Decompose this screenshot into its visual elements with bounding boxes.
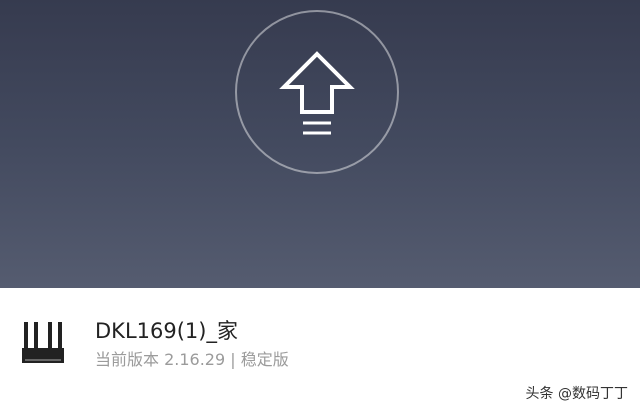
router-icon bbox=[22, 322, 64, 363]
firmware-upgrade-screen: DKL169(1)_家 当前版本 2.16.29 | 稳定版 头条 @数码丁丁 bbox=[0, 0, 640, 413]
device-name: DKL169(1)_家 bbox=[95, 319, 238, 343]
upgrade-hero bbox=[0, 0, 640, 288]
watermark: 头条 @数码丁丁 bbox=[525, 386, 628, 402]
upload-arrow-icon bbox=[279, 51, 355, 135]
current-version: 当前版本 2.16.29 | 稳定版 bbox=[95, 350, 289, 369]
upgrade-button[interactable] bbox=[235, 10, 399, 174]
